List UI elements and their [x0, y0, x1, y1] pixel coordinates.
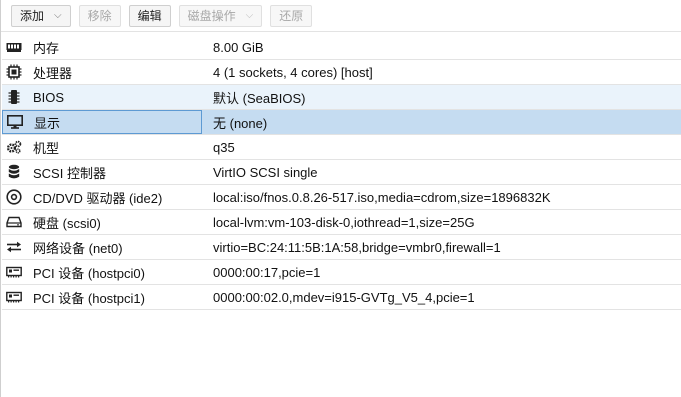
hardware-value: virtio=BC:24:11:5B:1A:58,bridge=vmbr0,fi… [213, 239, 501, 255]
hardware-key-cell: 处理器 [2, 60, 202, 84]
add-button[interactable]: 添加 ⌵ [11, 4, 71, 27]
hardware-key-cell: SCSI 控制器 [2, 160, 202, 184]
remove-button-label: 移除 [87, 8, 112, 23]
hardware-grid: 内存 8.00 GiB 处理器 4 (1 sockets, 4 cores) [… [2, 35, 681, 310]
hardware-value: q35 [213, 139, 235, 155]
hardware-key-label: PCI 设备 (hostpci0) [33, 265, 145, 281]
hardware-key-cell: PCI 设备 (hostpci1) [2, 285, 202, 309]
optical-disc-icon [6, 189, 22, 205]
hardware-key-cell: 内存 [2, 35, 202, 59]
disk-action-button[interactable]: 磁盘操作 ⌵ [178, 4, 263, 27]
hardware-panel: 添加 ⌵ 移除 编辑 磁盘操作 ⌵ 还原 内存 8.00 GiB 处理器 4 (… [0, 0, 681, 397]
hardware-value: local:iso/fnos.0.8.26-517.iso,media=cdro… [213, 189, 551, 205]
hard-disk-icon [6, 214, 22, 230]
hardware-key-label: 处理器 [33, 65, 73, 81]
revert-button[interactable]: 还原 [270, 4, 313, 27]
hardware-value: local-lvm:vm-103-disk-0,iothread=1,size=… [213, 214, 475, 230]
toolbar: 添加 ⌵ 移除 编辑 磁盘操作 ⌵ 还原 [1, 0, 681, 32]
chevron-down-icon: ⌵ [245, 9, 254, 21]
hardware-key-cell: CD/DVD 驱动器 (ide2) [2, 185, 202, 209]
hardware-value: 0000:00:02.0,mdev=i915-GVTg_V5_4,pcie=1 [213, 289, 475, 305]
hardware-key-cell: 网络设备 (net0) [2, 235, 202, 259]
hardware-key-cell: 硬盘 (scsi0) [2, 210, 202, 234]
hardware-key-label: CD/DVD 驱动器 (ide2) [33, 190, 163, 206]
database-icon [6, 164, 22, 180]
hardware-key-label: 内存 [33, 40, 60, 56]
hardware-row-bios[interactable]: BIOS 默认 (SeaBIOS) [2, 85, 681, 110]
hardware-row-network[interactable]: 网络设备 (net0) virtio=BC:24:11:5B:1A:58,bri… [2, 235, 681, 260]
pci-card-icon [6, 289, 22, 305]
hardware-row-hard-disk[interactable]: 硬盘 (scsi0) local-lvm:vm-103-disk-0,iothr… [2, 210, 681, 235]
hardware-key-cell: 机型 [2, 135, 202, 159]
memory-icon [6, 39, 22, 55]
hardware-key-cell: PCI 设备 (hostpci0) [2, 260, 202, 284]
disk-action-button-label: 磁盘操作 [187, 8, 236, 23]
edit-button[interactable]: 编辑 [128, 4, 171, 27]
hardware-row-display[interactable]: 显示 无 (none) [2, 110, 681, 135]
hardware-value: 0000:00:17,pcie=1 [213, 264, 321, 280]
hardware-value: VirtIO SCSI single [213, 164, 318, 180]
hardware-key-label: SCSI 控制器 [33, 165, 106, 181]
hardware-row-machine[interactable]: 机型 q35 [2, 135, 681, 160]
hardware-key-label: 机型 [33, 140, 60, 156]
hardware-row-processor[interactable]: 处理器 4 (1 sockets, 4 cores) [host] [2, 60, 681, 85]
hardware-key-label: 硬盘 (scsi0) [33, 215, 101, 231]
chip-icon [6, 89, 22, 105]
hardware-row-pci-0[interactable]: PCI 设备 (hostpci0) 0000:00:17,pcie=1 [2, 260, 681, 285]
hardware-key-cell: BIOS [2, 85, 202, 109]
gears-icon [6, 139, 22, 155]
hardware-value: 8.00 GiB [213, 39, 264, 55]
hardware-row-scsi-controller[interactable]: SCSI 控制器 VirtIO SCSI single [2, 160, 681, 185]
hardware-value: 默认 (SeaBIOS) [213, 90, 306, 106]
monitor-icon [7, 114, 23, 130]
remove-button[interactable]: 移除 [78, 4, 121, 27]
edit-button-label: 编辑 [137, 8, 162, 23]
hardware-value: 无 (none) [213, 115, 268, 131]
chevron-down-icon: ⌵ [54, 9, 62, 21]
hardware-value: 4 (1 sockets, 4 cores) [host] [213, 64, 373, 80]
hardware-key-label: 显示 [34, 115, 61, 131]
hardware-row-memory[interactable]: 内存 8.00 GiB [2, 35, 681, 60]
hardware-key-cell: 显示 [2, 110, 202, 134]
pci-card-icon [6, 264, 22, 280]
hardware-row-cd-dvd[interactable]: CD/DVD 驱动器 (ide2) local:iso/fnos.0.8.26-… [2, 185, 681, 210]
hardware-key-label: 网络设备 (net0) [33, 240, 123, 256]
add-button-label: 添加 [20, 8, 45, 23]
network-exchange-icon [6, 239, 22, 255]
hardware-key-label: PCI 设备 (hostpci1) [33, 290, 145, 306]
hardware-row-pci-1[interactable]: PCI 设备 (hostpci1) 0000:00:02.0,mdev=i915… [2, 285, 681, 310]
revert-button-label: 还原 [279, 8, 304, 23]
hardware-key-label: BIOS [33, 89, 65, 105]
cpu-icon [6, 64, 22, 80]
